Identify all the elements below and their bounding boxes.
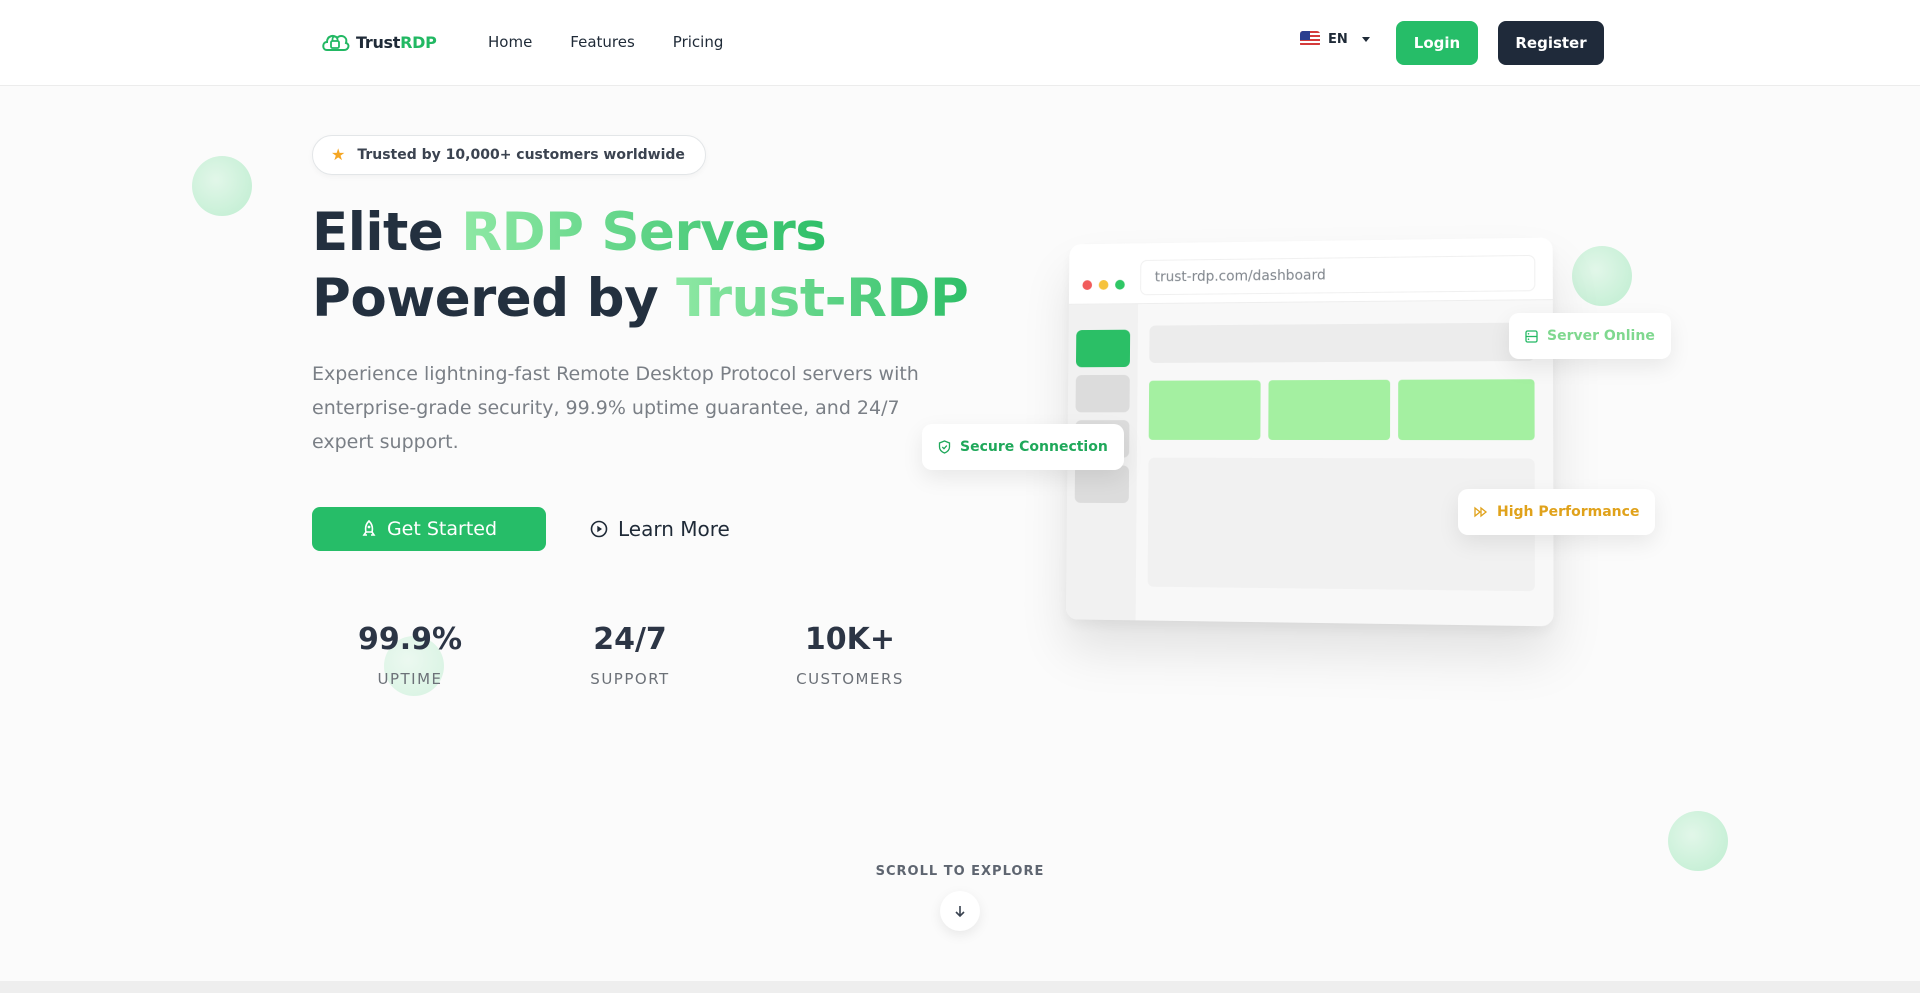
decor-circle <box>1572 246 1632 306</box>
shield-check-icon <box>938 440 951 454</box>
logo-text: TrustRDP <box>356 32 437 52</box>
mockup-window: trust-rdp.com/dashboard <box>1065 237 1554 627</box>
next-section-edge <box>0 981 1920 993</box>
get-started-label: Get Started <box>386 518 498 540</box>
top-navbar: TrustRDP Home Features Pricing EN Login … <box>0 0 1920 86</box>
play-circle-icon <box>590 520 608 538</box>
mockup-header-bar <box>1149 322 1535 363</box>
decor-circle <box>192 156 252 216</box>
mockup-sidebar-item <box>1075 329 1131 368</box>
stat-value: 10K+ <box>804 622 896 657</box>
scroll-down-button[interactable] <box>940 891 980 931</box>
server-icon <box>1525 329 1538 343</box>
secure-connection-label: Secure Connection <box>960 439 1108 455</box>
login-button[interactable]: Login <box>1396 21 1478 65</box>
logo-cloud-lock-icon <box>322 34 350 51</box>
stat-value: 24/7 <box>593 622 667 657</box>
window-dot-red <box>1082 280 1093 291</box>
stat-value: 99.9% <box>357 622 463 657</box>
rocket-icon <box>362 520 376 536</box>
server-online-label: Server Online <box>1547 328 1655 344</box>
nav-links: Home Features Pricing <box>488 33 761 51</box>
scroll-to-explore-label: SCROLL TO EXPLORE <box>875 864 1045 879</box>
nav-link-pricing[interactable]: Pricing <box>673 33 724 51</box>
logo[interactable]: TrustRDP <box>320 28 437 56</box>
trust-badge-text: Trusted by 10,000+ customers worldwide <box>357 147 685 163</box>
stat-support: 24/7 SUPPORT <box>550 620 710 688</box>
fast-forward-icon <box>1474 506 1488 518</box>
get-started-button[interactable]: Get Started <box>312 507 546 551</box>
window-dot-green <box>1115 279 1125 290</box>
us-flag-icon <box>1300 31 1320 47</box>
hero-title-line2: Powered by Trust-RDP <box>312 268 969 329</box>
stat-label: UPTIME <box>377 670 443 688</box>
language-selector[interactable]: EN <box>1300 31 1370 47</box>
decor-circle <box>1668 811 1728 871</box>
caret-down-icon <box>1361 36 1370 42</box>
mockup-url-bar: trust-rdp.com/dashboard <box>1141 255 1535 295</box>
high-performance-label: High Performance <box>1497 504 1640 520</box>
mockup-card <box>1398 379 1535 441</box>
arrow-down-icon <box>955 906 965 918</box>
star-icon: ★ <box>331 145 346 164</box>
nav-link-home[interactable]: Home <box>488 33 532 51</box>
language-code: EN <box>1328 31 1348 47</box>
high-performance-chip: High Performance <box>1458 489 1656 535</box>
hero-title: Elite RDP Servers Powered by Trust-RDP <box>312 200 969 332</box>
mockup-sidebar-item <box>1075 374 1130 413</box>
mockup-titlebar: trust-rdp.com/dashboard <box>1068 237 1553 305</box>
stat-customers: 10K+ CUSTOMERS <box>770 620 930 688</box>
secure-connection-chip: Secure Connection <box>922 424 1124 470</box>
stat-uptime: 99.9% UPTIME <box>330 620 490 688</box>
nav-link-features[interactable]: Features <box>570 33 635 51</box>
hero-subtitle: Experience lightning-fast Remote Desktop… <box>312 363 919 453</box>
mockup-card <box>1268 379 1391 441</box>
learn-more-button[interactable]: Learn More <box>590 507 730 551</box>
mockup-sidebar-item <box>1074 465 1130 504</box>
window-dot-yellow <box>1098 279 1109 290</box>
trust-badge: ★ Trusted by 10,000+ customers worldwide <box>312 135 706 175</box>
register-button[interactable]: Register <box>1498 21 1604 65</box>
stat-label: SUPPORT <box>590 670 670 688</box>
dashboard-mockup: trust-rdp.com/dashboard <box>1062 237 1554 627</box>
server-online-chip: Server Online <box>1509 313 1671 359</box>
learn-more-label: Learn More <box>618 517 730 541</box>
mockup-card <box>1148 380 1261 440</box>
stat-label: CUSTOMERS <box>796 670 904 688</box>
hero-title-line1: Elite RDP Servers <box>312 202 827 263</box>
